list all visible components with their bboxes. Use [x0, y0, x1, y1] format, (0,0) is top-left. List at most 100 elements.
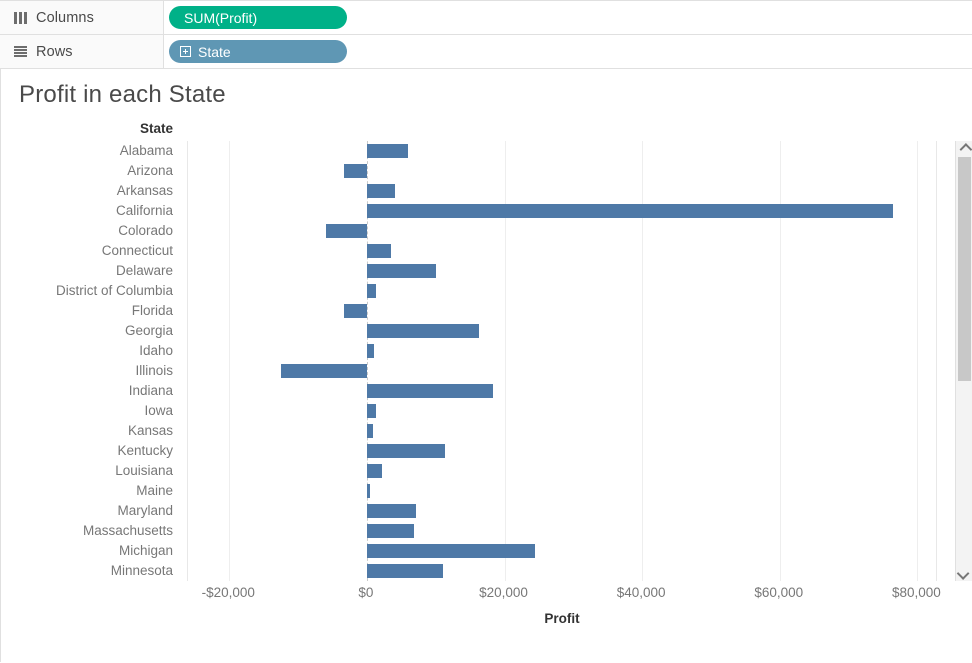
columns-shelf[interactable]: Columns SUM(Profit): [0, 0, 972, 35]
columns-shelf-label: Columns: [0, 1, 164, 34]
bar-row: [188, 361, 936, 381]
bar[interactable]: [366, 184, 396, 198]
pill-state-label: State: [198, 43, 231, 60]
chevron-up-icon: [959, 142, 972, 156]
rows-shelf[interactable]: Rows State: [0, 35, 972, 69]
bar-row: [188, 321, 936, 341]
row-label[interactable]: Connecticut: [1, 241, 173, 261]
bar-row: [188, 141, 936, 161]
pill-sum-profit-label: SUM(Profit): [184, 9, 258, 26]
columns-shelf-text: Columns: [36, 9, 94, 26]
bar-row: [188, 201, 936, 221]
row-label[interactable]: Louisiana: [1, 461, 173, 481]
row-label[interactable]: Illinois: [1, 361, 173, 381]
bar[interactable]: [366, 344, 374, 358]
x-tick-label: $40,000: [616, 585, 666, 600]
bar[interactable]: [366, 424, 373, 438]
bar-row: [188, 461, 936, 481]
bar-row: [188, 301, 936, 321]
bar-row: [188, 401, 936, 421]
x-axis-title: Profit: [544, 611, 580, 626]
bar[interactable]: [366, 444, 445, 458]
x-tick-label: $0: [358, 585, 374, 600]
scroll-up-button[interactable]: [956, 141, 972, 157]
bar[interactable]: [343, 164, 367, 178]
row-label[interactable]: Arizona: [1, 161, 173, 181]
row-label[interactable]: Maryland: [1, 501, 173, 521]
rows-icon: [14, 45, 27, 58]
bar[interactable]: [366, 544, 535, 558]
shelf-area: Columns SUM(Profit) Rows State: [0, 0, 972, 69]
scroll-down-button[interactable]: [956, 565, 972, 581]
bar-row: [188, 421, 936, 441]
row-label[interactable]: Georgia: [1, 321, 173, 341]
row-label[interactable]: Arkansas: [1, 181, 173, 201]
rows-shelf-dropzone[interactable]: State: [164, 35, 972, 68]
row-label[interactable]: Colorado: [1, 221, 173, 241]
bar-row: [188, 481, 936, 501]
row-label[interactable]: Florida: [1, 301, 173, 321]
bar-row: [188, 521, 936, 541]
bar-row: [188, 381, 936, 401]
row-label[interactable]: Idaho: [1, 341, 173, 361]
bar-row: [188, 241, 936, 261]
columns-icon: [14, 11, 27, 24]
bar-row: [188, 341, 936, 361]
bar-row: [188, 261, 936, 281]
x-axis: Profit -$20,000 $0 $20,000 $40,000 $60,000 $8…: [187, 581, 941, 631]
row-label[interactable]: Iowa: [1, 401, 173, 421]
bar[interactable]: [366, 144, 409, 158]
bar[interactable]: [366, 504, 416, 518]
columns-shelf-dropzone[interactable]: SUM(Profit): [164, 1, 972, 34]
bar[interactable]: [366, 384, 494, 398]
row-label[interactable]: Kansas: [1, 421, 173, 441]
row-field-header: State: [139, 121, 173, 136]
bar[interactable]: [366, 404, 376, 418]
bar[interactable]: [366, 524, 415, 538]
row-label[interactable]: Indiana: [1, 381, 173, 401]
chevron-down-icon: [956, 566, 969, 580]
row-label[interactable]: California: [1, 201, 173, 221]
bar-row: [188, 501, 936, 521]
bar[interactable]: [366, 464, 383, 478]
row-label[interactable]: District of Columbia: [1, 281, 173, 301]
row-label[interactable]: Delaware: [1, 261, 173, 281]
page-title: Profit in each State: [19, 81, 226, 108]
bar[interactable]: [366, 264, 437, 278]
bar[interactable]: [366, 324, 480, 338]
pill-sum-profit[interactable]: SUM(Profit): [169, 6, 347, 29]
worksheet: Profit in each State State Alabama Arizon…: [0, 69, 972, 662]
chart-area: Alabama Arizona Arkansas California Colorado…: [1, 141, 941, 663]
bar-row: [188, 161, 936, 181]
scrollbar-thumb[interactable]: [958, 157, 971, 382]
pill-state[interactable]: State: [169, 40, 347, 63]
bar[interactable]: [366, 244, 391, 258]
bar[interactable]: [366, 284, 376, 298]
bar[interactable]: [366, 484, 370, 498]
bar[interactable]: [366, 564, 443, 578]
x-tick-label: $80,000: [891, 585, 941, 600]
x-tick-label: -$20,000: [201, 585, 255, 600]
bar[interactable]: [280, 364, 367, 378]
plot-panel: [187, 141, 937, 581]
bar-row: [188, 541, 936, 561]
row-label[interactable]: Kentucky: [1, 441, 173, 461]
bar-row: [188, 221, 936, 241]
bar[interactable]: [366, 204, 894, 218]
row-label[interactable]: Michigan: [1, 541, 173, 561]
plus-box-icon[interactable]: [180, 46, 191, 57]
rows-shelf-text: Rows: [36, 43, 73, 60]
bar-row: [188, 441, 936, 461]
row-label[interactable]: Minnesota: [1, 561, 173, 581]
row-label[interactable]: Alabama: [1, 141, 173, 161]
bar[interactable]: [326, 224, 367, 238]
row-label[interactable]: Massachusetts: [1, 521, 173, 541]
row-label-list: Alabama Arizona Arkansas California Colorado…: [1, 141, 173, 581]
bar-row: [188, 281, 936, 301]
rows-shelf-label: Rows: [0, 35, 164, 68]
row-label[interactable]: Maine: [1, 481, 173, 501]
bar[interactable]: [343, 304, 367, 318]
bar-row: [188, 181, 936, 201]
vertical-scrollbar[interactable]: [955, 141, 972, 581]
bar-row: [188, 561, 936, 581]
